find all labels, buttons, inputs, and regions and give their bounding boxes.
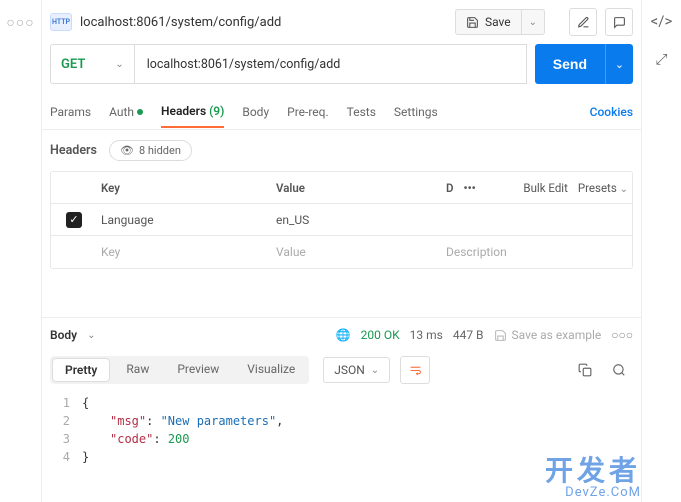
chevron-down-icon[interactable]: ⌄ [87,330,95,341]
new-value-input[interactable]: Value [272,245,442,259]
chevron-down-icon: ⌄ [529,17,537,28]
table-row-new: Key Value Description [51,236,632,268]
table-header-row: Key Value D ••• Bulk Edit Presets ⌄ [51,172,632,204]
send-button[interactable]: Send [535,44,605,84]
save-dropdown[interactable]: ⌄ [522,9,545,35]
col-key: Key [97,181,272,195]
search-icon [612,363,626,377]
format-select[interactable]: JSON ⌄ [323,357,390,383]
save-button[interactable]: Save [455,9,522,35]
headers-section-title-row: Headers 👁 8 hidden [42,130,641,171]
eye-icon: 👁 [120,144,134,157]
comment-button[interactable] [605,8,633,36]
view-pretty[interactable]: Pretty [52,358,110,382]
headers-section-title: Headers [50,143,97,158]
search-button[interactable] [605,356,633,384]
cookies-link[interactable]: Cookies [590,105,633,119]
send-group: Send ⌄ [535,44,633,84]
request-title: localhost:8061/system/config/add [80,15,447,30]
topbar: HTTP localhost:8061/system/config/add Sa… [42,0,641,44]
tab-auth[interactable]: Auth [109,97,143,127]
http-icon: HTTP [50,13,72,31]
response-time: 13 ms [410,328,443,342]
code-icon[interactable]: </> [651,12,673,30]
hidden-toggle[interactable]: 👁 8 hidden [109,140,192,161]
response-body[interactable]: 1{2"msg": "New parameters",3"code": 2004… [42,392,641,474]
view-mode-pill: Pretty Raw Preview Visualize [50,356,309,384]
save-button-group: Save ⌄ [455,9,545,35]
left-rail: ○○○ [0,0,42,502]
auth-indicator-icon [137,109,143,115]
col-value: Value [272,181,442,195]
expand-icon[interactable]: ⤢ [655,50,667,68]
header-value-cell[interactable]: en_US [272,213,442,227]
view-raw[interactable]: Raw [112,356,163,384]
request-tabs: Params Auth Headers (9) Body Pre-req. Te… [42,94,641,130]
tab-prereq[interactable]: Pre-req. [287,97,329,127]
comment-icon [613,16,626,29]
view-visualize[interactable]: Visualize [233,356,309,384]
new-desc-input[interactable]: Description [442,245,632,259]
response-body-tab[interactable]: Body [50,328,77,342]
floppy-icon [466,16,479,29]
right-rail: </> ⤢ [641,0,681,502]
chevron-down-icon: ⌄ [620,184,628,195]
hidden-count: 8 hidden [139,144,181,157]
response-size: 447 B [453,328,484,342]
wrap-icon [408,364,423,377]
bulk-edit-link[interactable]: Bulk Edit [523,181,567,195]
more-icon[interactable]: ••• [464,181,476,195]
method-label: GET [61,57,85,72]
main: HTTP localhost:8061/system/config/add Sa… [42,0,641,502]
view-preview[interactable]: Preview [163,356,233,384]
globe-icon[interactable]: 🌐 [336,328,351,342]
save-as-example[interactable]: Save as example [494,328,602,342]
new-key-input[interactable]: Key [97,245,272,259]
col-desc: D [446,181,454,195]
tab-settings[interactable]: Settings [394,97,438,127]
save-label: Save [485,15,511,29]
header-key-cell[interactable]: Language [97,213,272,227]
headers-table: Key Value D ••• Bulk Edit Presets ⌄ ✓ La… [50,171,633,269]
send-dropdown[interactable]: ⌄ [605,44,633,84]
tab-params[interactable]: Params [50,97,91,127]
status-code: 200 OK [361,328,400,342]
more-icon[interactable]: ○○○ [6,14,34,31]
request-bar: GET ⌄ localhost:8061/system/config/add S… [42,44,641,94]
pencil-icon [577,16,590,29]
tab-tests[interactable]: Tests [347,97,376,127]
copy-icon [578,363,592,377]
response-status-bar: Body ⌄ 🌐 200 OK 13 ms 447 B Save as exam… [42,318,641,352]
edit-button[interactable] [569,8,597,36]
response-view-tabs: Pretty Raw Preview Visualize JSON ⌄ [42,352,641,392]
method-select[interactable]: GET ⌄ [50,44,135,84]
floppy-icon [494,329,507,342]
presets-dropdown[interactable]: Presets ⌄ [578,181,628,195]
tab-body[interactable]: Body [242,97,269,127]
row-checkbox[interactable]: ✓ [66,212,82,228]
chevron-down-icon: ⌄ [615,58,624,71]
table-row: ✓ Language en_US [51,204,632,236]
more-icon[interactable]: ○○○ [611,328,633,342]
tab-headers[interactable]: Headers (9) [161,96,224,128]
wrap-lines-button[interactable] [400,356,430,384]
chevron-down-icon: ⌄ [115,59,123,70]
chevron-down-icon: ⌄ [371,365,379,376]
url-input[interactable]: localhost:8061/system/config/add [135,44,527,84]
copy-button[interactable] [571,356,599,384]
